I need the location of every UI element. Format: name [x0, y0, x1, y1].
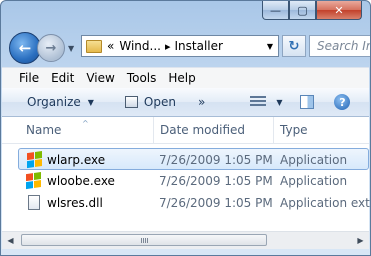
flag-green — [35, 151, 42, 159]
view-dropdown-icon[interactable]: ▼ — [276, 98, 282, 107]
help-icon: ? — [334, 94, 351, 110]
search-input[interactable]: Search In — [309, 35, 370, 57]
command-bar: Organize ▼ Open » ▼ ? — [2, 88, 369, 117]
column-header-type[interactable]: Type — [274, 117, 370, 143]
file-row[interactable]: wlarp.exe 7/26/2009 1:05 PM Application — [18, 148, 369, 170]
menu-edit[interactable]: Edit — [45, 71, 80, 85]
file-name: wlarp.exe — [47, 153, 106, 167]
forward-arrow-icon: → — [45, 40, 57, 56]
flag-green — [34, 172, 41, 180]
preview-pane-button[interactable] — [300, 89, 315, 115]
windows-flag-icon — [26, 172, 42, 190]
folder-icon — [86, 39, 102, 53]
refresh-icon: ↻ — [288, 38, 300, 54]
file-date: 7/26/2009 1:05 PM — [159, 196, 273, 210]
organize-label: Organize — [27, 95, 81, 109]
windows-flag-icon — [27, 151, 43, 169]
flag-yellow — [35, 159, 42, 167]
file-row[interactable]: wlsres.dll 7/26/2009 1:05 PM Application… — [18, 192, 371, 214]
column-headers: ^ Name Date modified Type — [2, 117, 369, 144]
menu-view[interactable]: View — [80, 71, 120, 85]
maximize-button[interactable]: ▢ — [289, 1, 316, 20]
refresh-button[interactable]: ↻ — [282, 35, 306, 57]
horizontal-scrollbar[interactable]: ◀ ▶ — [2, 231, 369, 249]
back-arrow-icon: ← — [18, 39, 32, 57]
caption-buttons: — ▢ ✕ — [262, 1, 362, 21]
breadcrumb-separator-icon[interactable]: ▸ — [165, 40, 171, 53]
flag-red — [26, 173, 33, 182]
file-name: wlsres.dll — [47, 196, 103, 210]
scroll-right-icon[interactable]: ▶ — [352, 232, 369, 248]
open-label: Open — [143, 95, 176, 109]
minimize-button[interactable]: — — [262, 1, 289, 20]
change-view-button[interactable]: ▼ — [250, 89, 282, 115]
menu-help[interactable]: Help — [162, 71, 201, 85]
scroll-grip-icon — [141, 238, 149, 243]
close-button[interactable]: ✕ — [316, 1, 362, 20]
flag-yellow — [34, 180, 41, 188]
address-dropdown-icon[interactable]: ▼ — [267, 42, 273, 51]
maximize-icon: ▢ — [297, 3, 308, 17]
open-icon — [124, 96, 138, 108]
file-type: Application — [280, 153, 348, 167]
organize-dropdown-icon: ▼ — [87, 97, 94, 107]
file-type: Application exte — [280, 196, 371, 210]
menu-file[interactable]: File — [2, 71, 45, 85]
breadcrumb-installer[interactable]: Installer — [174, 39, 222, 53]
file-list: ^ Name Date modified Type wlarp.exe 7/26… — [2, 117, 371, 231]
more-commands-button[interactable]: » — [198, 89, 205, 115]
organize-button[interactable]: Organize ▼ — [27, 89, 94, 115]
scroll-thumb[interactable] — [21, 234, 267, 246]
file-date: 7/26/2009 1:05 PM — [159, 174, 273, 188]
close-icon: ✕ — [334, 3, 344, 17]
menu-bar: File Edit View Tools Help — [2, 67, 369, 89]
file-date: 7/26/2009 1:05 PM — [159, 153, 273, 167]
navigation-buttons: ← → ▼ — [9, 31, 74, 65]
help-button[interactable]: ? — [334, 89, 351, 115]
menu-tools[interactable]: Tools — [121, 71, 163, 85]
flag-red — [27, 152, 34, 161]
preview-pane-icon — [300, 95, 315, 109]
address-bar[interactable]: « Wind... ▸ Installer ▼ — [81, 35, 279, 57]
flag-blue — [27, 160, 34, 169]
explorer-window: — ▢ ✕ ← → ▼ « Wind... ▸ Installer ▼ ↻ Se… — [0, 0, 371, 256]
forward-button[interactable]: → — [37, 34, 65, 62]
view-icon — [250, 96, 267, 108]
column-header-name[interactable]: Name — [20, 117, 154, 143]
flag-blue — [26, 181, 33, 190]
dll-file-icon — [28, 195, 40, 210]
minimize-icon: — — [270, 3, 281, 17]
column-header-date[interactable]: Date modified — [154, 117, 274, 143]
file-type: Application — [280, 174, 348, 188]
breadcrumb-windows[interactable]: Wind... — [119, 39, 161, 53]
address-overflow[interactable]: « — [107, 39, 114, 53]
file-row[interactable]: wloobe.exe 7/26/2009 1:05 PM Application — [18, 170, 369, 192]
open-button[interactable]: Open — [124, 89, 176, 115]
file-name: wloobe.exe — [47, 174, 115, 188]
scroll-left-icon[interactable]: ◀ — [2, 232, 19, 248]
chevron-more-icon: » — [197, 95, 206, 109]
recent-pages-dropdown[interactable]: ▼ — [68, 44, 74, 53]
